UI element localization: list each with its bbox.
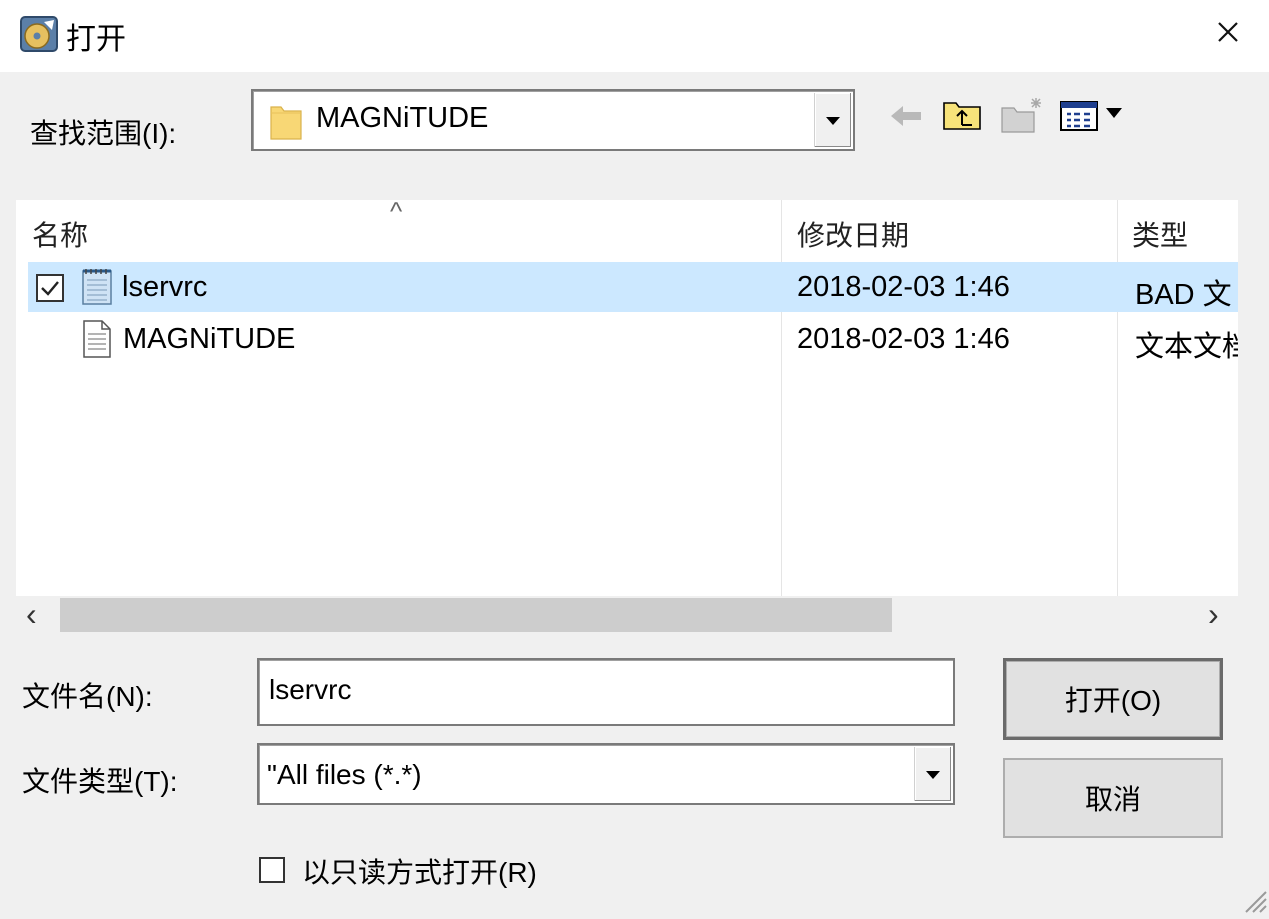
new-folder-icon[interactable]	[1000, 96, 1044, 139]
scroll-right-icon[interactable]: ›	[1208, 596, 1219, 633]
filename-value: lservrc	[269, 674, 352, 705]
chevron-down-icon	[926, 771, 940, 779]
window-title: 打开	[66, 23, 126, 56]
lookin-value: MAGNiTUDE	[316, 102, 489, 134]
lookin-dropdown[interactable]: MAGNiTUDE	[251, 89, 855, 151]
cancel-button[interactable]: 取消	[1003, 758, 1223, 838]
title-bar: 打开	[0, 0, 1269, 72]
checkbox-checked-icon[interactable]	[36, 274, 64, 307]
sort-indicator: ^	[390, 200, 403, 226]
filetype-dropdown-button[interactable]	[914, 747, 951, 801]
folder-up-icon[interactable]	[942, 97, 984, 138]
file-name: lservrc	[122, 271, 208, 303]
close-icon[interactable]	[1210, 14, 1246, 50]
table-row[interactable]: lservrc 2018-02-03 1:46 BAD 文	[28, 262, 1238, 312]
column-separator[interactable]	[781, 200, 782, 596]
notepad-file-icon	[80, 266, 114, 311]
chevron-down-icon	[826, 117, 840, 125]
filetype-dropdown[interactable]: "All files (*.*)	[257, 743, 955, 805]
text-file-icon	[82, 319, 112, 364]
readonly-label[interactable]: 以只读方式打开(R)	[302, 851, 537, 891]
folder-icon	[269, 101, 303, 146]
view-menu-icon[interactable]	[1060, 100, 1128, 137]
lookin-dropdown-button[interactable]	[814, 93, 851, 147]
filename-input[interactable]: lservrc	[257, 658, 955, 726]
file-name: MAGNiTUDE	[123, 323, 296, 355]
file-modified: 2018-02-03 1:46	[797, 323, 1010, 355]
back-arrow-icon[interactable]	[889, 102, 925, 135]
scroll-left-icon[interactable]: ‹	[26, 596, 37, 633]
file-type: BAD 文	[1135, 279, 1232, 311]
disc-app-icon	[20, 16, 60, 54]
filename-label: 文件名(N):	[22, 681, 153, 712]
column-separator[interactable]	[1117, 200, 1118, 596]
horizontal-scrollbar[interactable]: ‹ ›	[16, 596, 1238, 636]
open-button[interactable]: 打开(O)	[1003, 658, 1223, 740]
column-header-name[interactable]: 名称	[32, 214, 88, 254]
file-type: 文本文档	[1135, 331, 1238, 363]
resize-grip-icon[interactable]	[1240, 886, 1268, 919]
scroll-thumb[interactable]	[60, 598, 892, 632]
file-modified: 2018-02-03 1:46	[797, 271, 1010, 303]
file-list[interactable]: ^ 名称 修改日期 类型 lservrc 2018-02-03 1:46 BAD…	[16, 200, 1238, 596]
readonly-checkbox[interactable]	[259, 857, 285, 883]
column-header-modified[interactable]: 修改日期	[797, 214, 909, 254]
filetype-label: 文件类型(T):	[22, 766, 178, 797]
table-row[interactable]: MAGNiTUDE 2018-02-03 1:46 文本文档	[28, 314, 1238, 364]
filetype-value: "All files (*.*)	[267, 759, 422, 790]
column-header-type[interactable]: 类型	[1132, 214, 1188, 254]
lookin-label: 查找范围(I):	[30, 118, 177, 149]
